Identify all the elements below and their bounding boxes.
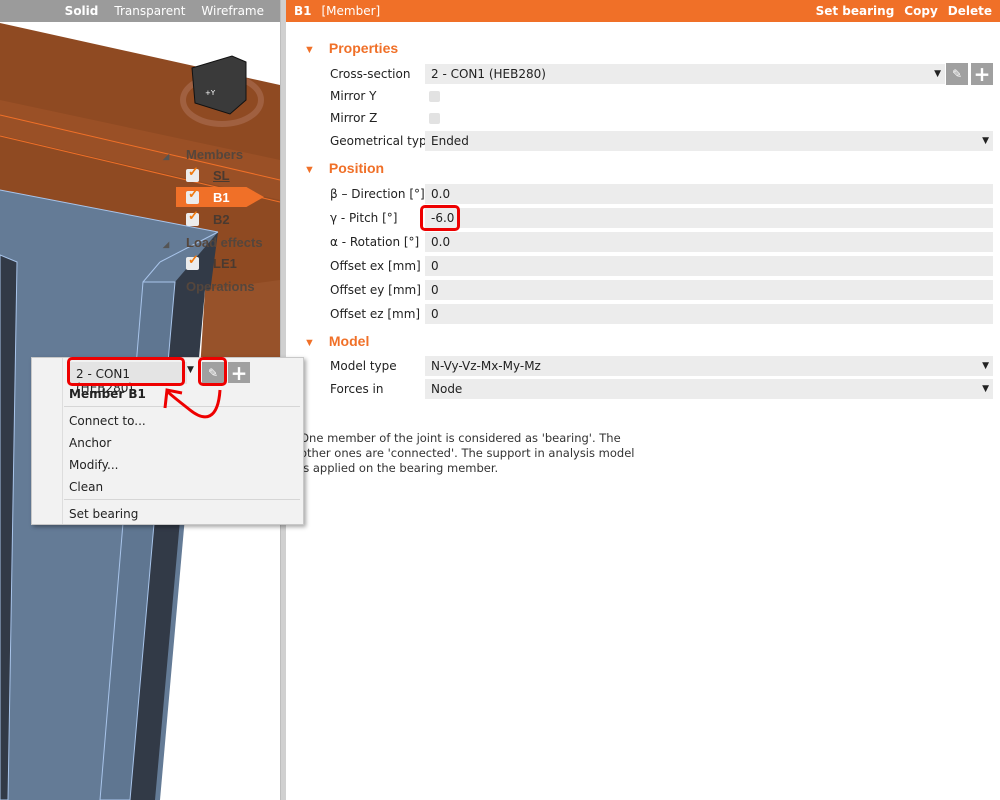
mirror-y-row: Mirror Y <box>330 86 993 106</box>
tree-item-sl[interactable]: SL <box>176 164 264 185</box>
checkbox-icon[interactable] <box>186 164 199 182</box>
rotation-input[interactable]: 0.0 <box>425 232 993 252</box>
ctx-connect-to[interactable]: Connect to... <box>69 414 146 428</box>
edit-pencil-icon[interactable]: ✎ <box>946 63 968 85</box>
properties-panel: B1 [Member] Set bearing Copy Delete ▼ Pro… <box>286 0 1000 800</box>
chevron-down-icon[interactable]: ▼ <box>187 365 194 375</box>
mirror-y-checkbox[interactable] <box>429 90 440 102</box>
ctx-set-bearing[interactable]: Set bearing <box>69 507 138 521</box>
set-bearing-button[interactable]: Set bearing <box>816 4 895 18</box>
geom-type-row: Geometrical type Ended <box>330 131 993 151</box>
rotation-row: α - Rotation [°] 0.0 <box>330 232 993 252</box>
model-type-select[interactable]: N-Vy-Vz-Mx-My-Mz <box>425 356 993 376</box>
offset-ez-input[interactable]: 0 <box>425 304 993 324</box>
offset-ez-row: Offset ez [mm] 0 <box>330 304 993 324</box>
delete-button[interactable]: Delete <box>948 4 992 18</box>
ctx-modify[interactable]: Modify... <box>69 458 119 472</box>
cross-section-select[interactable]: 2 - CON1 (HEB280) <box>425 64 945 84</box>
tree-item-le1[interactable]: LE1 <box>176 252 264 273</box>
tree-item-b1[interactable]: B1 <box>176 187 264 207</box>
cross-section-row: Cross-section 2 - CON1 (HEB280) <box>330 64 945 84</box>
tree-members-heading: Members <box>186 147 244 162</box>
add-plus-icon[interactable]: + <box>971 62 993 86</box>
mirror-z-row: Mirror Z <box>330 108 993 128</box>
section-position[interactable]: ▼ Position <box>304 160 384 176</box>
model-tree: ◢ Members SL B1 B2 ◢ Load effects LE1 Op… <box>0 0 280 300</box>
collapse-icon[interactable]: ◢ <box>163 152 169 161</box>
forces-in-select[interactable]: Node <box>425 379 993 399</box>
tree-item-b2[interactable]: B2 <box>176 208 264 229</box>
offset-ey-row: Offset ey [mm] 0 <box>330 280 993 300</box>
offset-ex-input[interactable]: 0 <box>425 256 993 276</box>
panel-header: B1 [Member] Set bearing Copy Delete <box>286 0 1000 22</box>
checkbox-icon[interactable] <box>186 187 199 204</box>
ctx-clean[interactable]: Clean <box>69 480 103 494</box>
offset-ex-row: Offset ex [mm] 0 <box>330 256 993 276</box>
annotation-arrow-icon <box>163 388 222 419</box>
model-type-row: Model type N-Vy-Vz-Mx-My-Mz <box>330 356 993 376</box>
ctx-title: Member B1 <box>69 387 146 401</box>
expand-icon: ▼ <box>304 44 315 56</box>
geom-type-select[interactable]: Ended <box>425 131 993 151</box>
expand-icon: ▼ <box>304 164 315 176</box>
tree-load-effects-heading: Load effects <box>186 235 263 250</box>
direction-input[interactable]: 0.0 <box>425 184 993 204</box>
pitch-highlight <box>420 205 460 231</box>
member-type: [Member] <box>321 4 381 18</box>
bearing-note: One member of the joint is considered as… <box>300 431 635 475</box>
member-name: B1 <box>294 4 312 18</box>
copy-button[interactable]: Copy <box>904 4 937 18</box>
tree-operations-heading[interactable]: Operations <box>186 279 255 294</box>
ctx-anchor[interactable]: Anchor <box>69 436 111 450</box>
section-properties[interactable]: ▼ Properties <box>304 40 398 56</box>
pitch-input[interactable]: -6.0 <box>425 208 993 228</box>
collapse-icon[interactable]: ◢ <box>163 240 169 249</box>
direction-row: β – Direction [°] 0.0 <box>330 184 993 204</box>
offset-ey-input[interactable]: 0 <box>425 280 993 300</box>
section-model[interactable]: ▼ Model <box>304 333 369 349</box>
expand-icon: ▼ <box>304 337 315 349</box>
checkbox-icon[interactable] <box>186 208 199 226</box>
checkbox-icon[interactable] <box>186 252 199 270</box>
forces-in-row: Forces in Node <box>330 379 993 399</box>
mirror-z-checkbox[interactable] <box>429 112 440 124</box>
